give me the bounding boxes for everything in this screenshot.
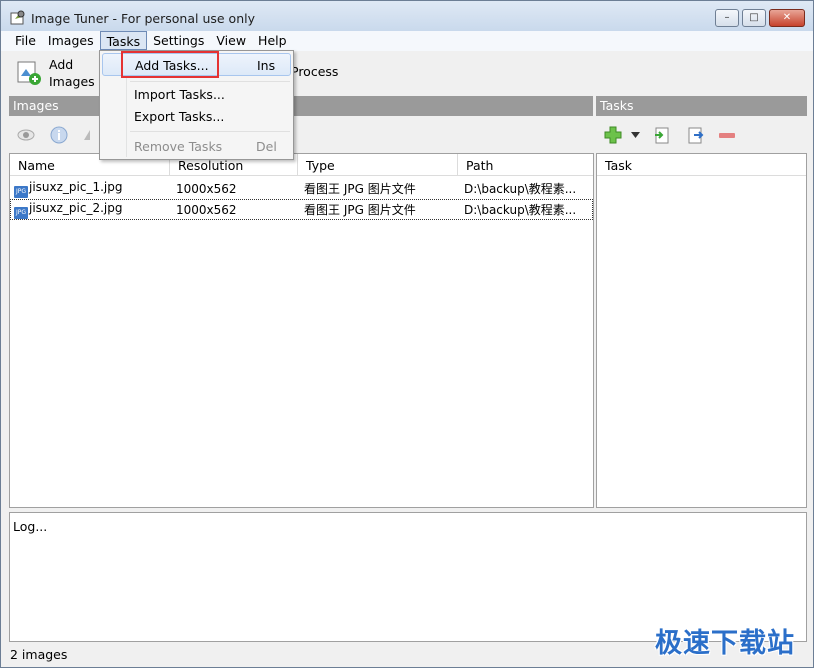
menu-separator xyxy=(130,81,290,82)
row-name: jisuxz_pic_2.jpg xyxy=(29,200,123,215)
add-images-label-line1: Add xyxy=(49,57,74,72)
close-button[interactable]: ✕ xyxy=(769,9,805,27)
window-controls: – □ ✕ xyxy=(712,9,805,27)
menu-settings[interactable]: Settings xyxy=(147,31,210,50)
column-type[interactable]: Type xyxy=(298,154,458,175)
menu-item-shortcut: Del xyxy=(256,139,277,154)
status-text: 2 images xyxy=(10,647,68,662)
import-task-icon[interactable] xyxy=(653,126,671,144)
row-resolution: 1000x562 xyxy=(176,202,237,217)
row-type: 看图王 JPG 图片文件 xyxy=(304,203,416,217)
jpg-file-icon: JPG xyxy=(14,185,28,198)
process-label: Process xyxy=(291,64,339,79)
row-name-cell: JPG jisuxz_pic_1.jpg xyxy=(10,180,170,198)
tasks-panel-header: Tasks xyxy=(596,96,807,116)
chevron-down-icon[interactable] xyxy=(631,132,640,138)
column-path[interactable]: Path xyxy=(458,154,592,175)
app-icon xyxy=(10,10,25,25)
menu-item-shortcut: Ins xyxy=(257,58,276,73)
tasks-grid[interactable]: Task xyxy=(596,153,807,508)
tasks-panel-toolbar xyxy=(596,118,807,152)
watermark: 极速下载站 xyxy=(655,628,795,659)
menu-item-label: Remove Tasks xyxy=(134,139,223,154)
add-task-icon[interactable] xyxy=(604,126,622,144)
minimize-button[interactable]: – xyxy=(715,9,739,27)
images-panel-header: Images xyxy=(9,96,593,116)
menu-item-import-tasks[interactable]: Import Tasks... xyxy=(102,83,291,106)
highlight-annotation xyxy=(121,51,219,78)
row-name-cell: JPG jisuxz_pic_2.jpg xyxy=(10,201,170,219)
tasks-grid-header: Task xyxy=(597,154,806,176)
table-row[interactable]: JPG jisuxz_pic_2.jpg 1000x562 看图王 JPG 图片文… xyxy=(10,199,593,220)
add-images-icon xyxy=(17,61,41,85)
images-grid[interactable]: Name Resolution Type Path JPG jisuxz_pic_… xyxy=(9,153,594,508)
add-images-label-line2: Images xyxy=(49,74,95,89)
rotate-icon[interactable] xyxy=(82,126,100,144)
table-row[interactable]: JPG jisuxz_pic_1.jpg 1000x562 看图王 JPG 图片文… xyxy=(10,178,593,199)
add-images-button[interactable]: Add Images xyxy=(15,56,95,90)
column-task[interactable]: Task xyxy=(597,154,806,175)
process-button[interactable]: Process xyxy=(291,63,338,80)
log-text: Log... xyxy=(13,519,48,534)
menu-file[interactable]: File xyxy=(9,31,42,50)
export-task-icon[interactable] xyxy=(686,126,704,144)
menu-view[interactable]: View xyxy=(210,31,252,50)
menu-item-label: Export Tasks... xyxy=(134,109,225,124)
row-path: D:\backup\教程素... xyxy=(464,203,577,217)
jpg-file-icon: JPG xyxy=(14,206,28,219)
info-icon[interactable] xyxy=(50,126,68,144)
title-bar: Image Tuner - For personal use only – □ … xyxy=(1,1,813,31)
row-type: 看图王 JPG 图片文件 xyxy=(304,182,416,196)
row-name: jisuxz_pic_1.jpg xyxy=(29,179,123,194)
remove-task-icon[interactable] xyxy=(718,126,736,144)
images-grid-header: Name Resolution Type Path xyxy=(10,154,593,176)
menu-tasks[interactable]: Tasks xyxy=(99,31,148,50)
menu-item-export-tasks[interactable]: Export Tasks... xyxy=(102,105,291,128)
menu-bar: File Images Tasks Settings View Help xyxy=(1,31,813,51)
menu-separator xyxy=(130,131,290,132)
row-resolution: 1000x562 xyxy=(176,181,237,196)
menu-item-label: Import Tasks... xyxy=(134,87,225,102)
menu-item-remove-tasks[interactable]: Remove Tasks Del xyxy=(102,135,291,158)
maximize-button[interactable]: □ xyxy=(742,9,766,27)
eye-icon[interactable] xyxy=(17,126,35,144)
row-path: D:\backup\教程素... xyxy=(464,182,577,196)
app-window: Image Tuner - For personal use only – □ … xyxy=(0,0,814,668)
menu-help[interactable]: Help xyxy=(252,31,293,50)
images-panel-toolbar xyxy=(9,118,593,152)
add-images-label: Add Images xyxy=(49,56,95,90)
menu-images[interactable]: Images xyxy=(42,31,100,50)
window-title: Image Tuner - For personal use only xyxy=(31,11,255,26)
